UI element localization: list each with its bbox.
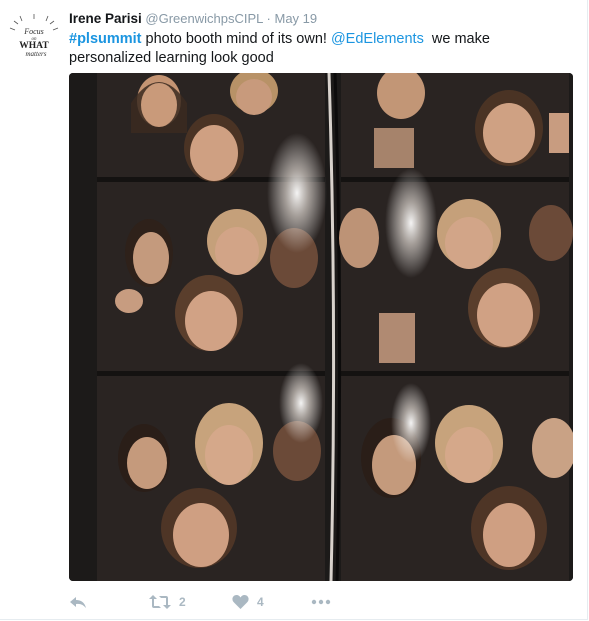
retweet-count: 2 [179,595,186,609]
heart-icon [232,595,249,609]
like-count: 4 [257,595,264,609]
author-name[interactable]: Irene Parisi [69,11,142,26]
hashtag-link[interactable]: #plsummit [69,31,142,47]
avatar[interactable]: Focus on WHAT matters [9,14,59,64]
tweet-text: #plsummit photo booth mind of its own! @… [69,30,574,68]
tweet-text-part1: photo booth mind of its own! [141,31,331,47]
tweet-header: Irene Parisi @GreenwichpsCIPL · May 19 [69,11,317,26]
like-button[interactable]: 4 [232,592,264,612]
reply-button[interactable] [69,592,87,612]
tweet-photo[interactable] [69,73,573,581]
reply-icon [70,597,86,608]
retweet-button[interactable]: 2 [149,592,186,612]
more-button[interactable] [311,592,331,612]
retweet-icon [149,595,171,609]
author-handle[interactable]: @GreenwichpsCIPL [145,11,262,26]
tweet-card[interactable]: Focus on WHAT matters Irene Parisi @Gree… [0,0,588,620]
tweet-date[interactable]: May 19 [275,11,318,26]
more-icon [311,599,331,605]
tweet-actions: 2 4 [69,592,569,612]
avatar-text-4: matters [26,50,47,58]
avatar-text-1: Focus [23,27,44,36]
photo-booth-strips-image [69,73,573,581]
separator-dot: · [266,11,271,26]
mention-link[interactable]: @EdElements [331,31,424,47]
